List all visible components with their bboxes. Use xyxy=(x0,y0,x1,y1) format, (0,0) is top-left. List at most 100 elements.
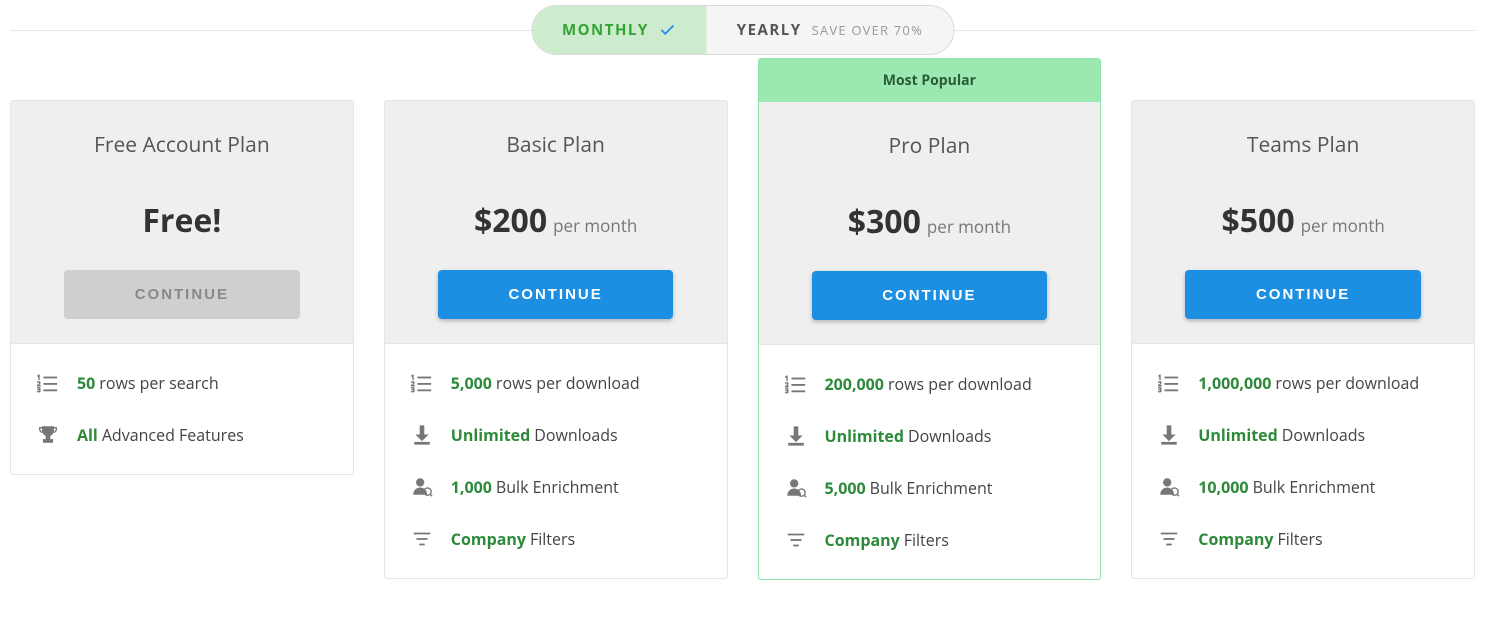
continue-button[interactable]: CONTINUE xyxy=(1185,270,1420,319)
check-icon xyxy=(659,21,677,39)
feature-highlight: Unlimited xyxy=(825,425,905,447)
price: $300 xyxy=(848,200,921,243)
price: Free! xyxy=(142,199,221,242)
monthly-label: MONTHLY xyxy=(562,20,649,40)
feature-rest: Downloads xyxy=(534,424,617,446)
monthly-toggle[interactable]: MONTHLY xyxy=(532,6,707,54)
feature-rest: rows per download xyxy=(888,373,1032,395)
yearly-toggle[interactable]: YEARLY SAVE OVER 70% xyxy=(707,6,953,54)
person-icon xyxy=(411,476,433,498)
feature-highlight: Company xyxy=(825,529,900,551)
plan-name: Free Account Plan xyxy=(31,131,333,159)
list-icon xyxy=(37,372,59,394)
plans-grid: Free Account PlanFree!CONTINUE50rows per… xyxy=(0,100,1485,600)
feature-rest: Filters xyxy=(530,528,575,550)
feature-highlight: Company xyxy=(1198,528,1273,550)
person-icon xyxy=(785,477,807,499)
price-line: Free! xyxy=(31,199,333,242)
yearly-label: YEARLY xyxy=(737,20,802,40)
feature-row: AllAdvanced Features xyxy=(37,424,327,446)
features-list: 50rows per search AllAdvanced Features xyxy=(11,344,353,474)
feature-text: UnlimitedDownloads xyxy=(825,425,992,447)
feature-rest: Downloads xyxy=(1282,424,1365,446)
popular-badge: Most Popular xyxy=(759,59,1101,102)
trophy-icon xyxy=(37,424,59,446)
plan-card: Basic Plan $200 per month CONTINUE 5,000rows… xyxy=(384,100,728,579)
feature-text: 1,000Bulk Enrichment xyxy=(451,476,619,498)
plan-name: Pro Plan xyxy=(779,132,1081,160)
continue-button[interactable]: CONTINUE xyxy=(64,270,299,319)
feature-highlight: 5,000 xyxy=(825,477,866,499)
download-icon xyxy=(785,425,807,447)
feature-text: 1,000,000rows per download xyxy=(1198,372,1419,394)
feature-highlight: 1,000 xyxy=(451,476,492,498)
list-icon xyxy=(411,372,433,394)
feature-rest: Filters xyxy=(1277,528,1322,550)
feature-highlight: Unlimited xyxy=(451,424,531,446)
plan-card: Free Account Plan Free! CONTINUE 50rows per… xyxy=(10,100,354,475)
filter-icon xyxy=(411,528,433,550)
feature-text: CompanyFilters xyxy=(451,528,575,550)
billing-toggle-wrap: MONTHLY YEARLY SAVE OVER 70% xyxy=(0,0,1485,60)
feature-row: 5,000rows per download xyxy=(411,372,701,394)
plan-card: Most Popular Pro Plan $300 per month CONTINU… xyxy=(758,58,1102,580)
feature-rest: rows per download xyxy=(496,372,640,394)
feature-row: 200,000rows per download xyxy=(785,373,1075,395)
continue-button[interactable]: CONTINUE xyxy=(438,270,673,319)
plan-head: Free Account Plan Free! CONTINUE xyxy=(11,101,353,344)
feature-highlight: Unlimited xyxy=(1198,424,1278,446)
filter-icon xyxy=(1158,528,1180,550)
feature-highlight: All xyxy=(77,424,98,446)
feature-text: 5,000rows per download xyxy=(451,372,640,394)
features-list: 1,000,000rows per download UnlimitedDownl… xyxy=(1132,344,1474,578)
feature-row: CompanyFilters xyxy=(411,528,701,550)
feature-rest: Filters xyxy=(904,529,949,551)
feature-highlight: 50 xyxy=(77,372,95,394)
feature-text: CompanyFilters xyxy=(825,529,949,551)
plan-head: Basic Plan $200 per month CONTINUE xyxy=(385,101,727,344)
plan-card: Teams Plan$500per monthCONTINUE1,000,000… xyxy=(1131,100,1475,579)
feature-rest: rows per search xyxy=(99,372,218,394)
person-icon xyxy=(1158,476,1180,498)
feature-row: 10,000Bulk Enrichment xyxy=(1158,476,1448,498)
price-period: per month xyxy=(553,214,637,237)
price-line: $500per month xyxy=(1152,199,1454,242)
feature-text: AllAdvanced Features xyxy=(77,424,244,446)
feature-text: 10,000Bulk Enrichment xyxy=(1198,476,1375,498)
billing-toggle: MONTHLY YEARLY SAVE OVER 70% xyxy=(531,5,954,55)
feature-row: 5,000Bulk Enrichment xyxy=(785,477,1075,499)
feature-row: 1,000,000rows per download xyxy=(1158,372,1448,394)
price-period: per month xyxy=(1301,214,1385,237)
download-icon xyxy=(411,424,433,446)
feature-row: CompanyFilters xyxy=(785,529,1075,551)
feature-rest: rows per download xyxy=(1275,372,1419,394)
feature-rest: Advanced Features xyxy=(102,424,244,446)
feature-rest: Downloads xyxy=(908,425,991,447)
price: $200 xyxy=(474,199,547,242)
feature-row: 50rows per search xyxy=(37,372,327,394)
download-icon xyxy=(1158,424,1180,446)
plan-name: Basic Plan xyxy=(405,131,707,159)
feature-text: 200,000rows per download xyxy=(825,373,1032,395)
feature-highlight: 5,000 xyxy=(451,372,492,394)
feature-rest: Bulk Enrichment xyxy=(496,476,619,498)
price-period: per month xyxy=(927,215,1011,238)
continue-button[interactable]: CONTINUE xyxy=(812,271,1047,320)
features-list: 5,000rows per download UnlimitedDownloads… xyxy=(385,344,727,578)
features-list: 200,000rows per download UnlimitedDownloa… xyxy=(759,345,1101,579)
feature-rest: Bulk Enrichment xyxy=(1253,476,1376,498)
list-icon xyxy=(1158,372,1180,394)
feature-text: CompanyFilters xyxy=(1198,528,1322,550)
feature-row: CompanyFilters xyxy=(1158,528,1448,550)
price-line: $200 per month xyxy=(405,199,707,242)
plan-head: Pro Plan $300 per month CONTINUE xyxy=(759,102,1101,345)
feature-text: UnlimitedDownloads xyxy=(1198,424,1365,446)
feature-highlight: 200,000 xyxy=(825,373,884,395)
feature-text: 5,000Bulk Enrichment xyxy=(825,477,993,499)
price-line: $300 per month xyxy=(779,200,1081,243)
plan-head: Teams Plan$500per monthCONTINUE xyxy=(1132,101,1474,344)
filter-icon xyxy=(785,529,807,551)
feature-row: UnlimitedDownloads xyxy=(1158,424,1448,446)
feature-highlight: Company xyxy=(451,528,526,550)
list-icon xyxy=(785,373,807,395)
